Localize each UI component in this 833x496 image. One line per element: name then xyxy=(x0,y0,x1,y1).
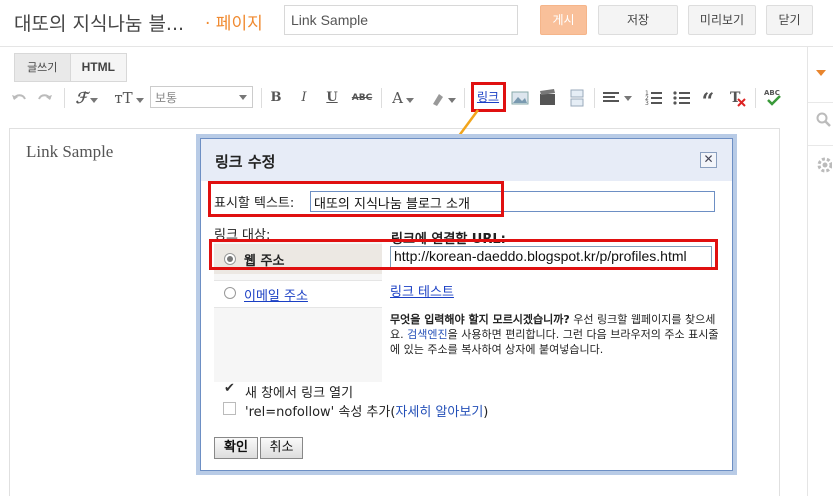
new-window-label: 새 창에서 링크 열기 xyxy=(245,386,354,401)
strikethrough-button[interactable]: ABC xyxy=(350,88,374,108)
test-link[interactable]: 링크 테스트 xyxy=(390,281,454,300)
email-address-label[interactable]: 이메일 주소 xyxy=(244,285,308,304)
video-icon[interactable] xyxy=(539,89,557,106)
undo-icon[interactable] xyxy=(10,90,28,106)
bullet-list-icon[interactable] xyxy=(673,89,691,106)
font-size-select[interactable]: 보통 xyxy=(150,86,253,108)
text-color-button[interactable]: A xyxy=(388,88,418,108)
preview-button[interactable]: 미리보기 xyxy=(688,5,756,35)
spellcheck-label: ABC xyxy=(764,89,780,97)
expand-arrow-icon[interactable] xyxy=(816,70,826,76)
editor-mode-tabs: 글쓰기 HTML xyxy=(14,53,127,82)
help-question: 무엇을 입력해야 할지 모르시겠습니까? xyxy=(390,313,570,326)
numbered-list-icon[interactable]: 123 xyxy=(645,89,663,106)
search-icon[interactable] xyxy=(816,112,832,128)
learn-more-link[interactable]: 자세히 알아보기 xyxy=(395,405,483,420)
close-button[interactable]: 닫기 xyxy=(766,5,813,35)
new-window-checkbox[interactable]: ✔ xyxy=(223,382,236,395)
nofollow-label-prefix: 'rel=nofollow' 속성 추가( xyxy=(245,405,396,420)
toolbar-divider xyxy=(464,88,465,108)
toolbar-divider xyxy=(261,88,262,108)
blog-title[interactable]: 대또의 지식나눔 블... xyxy=(14,9,184,36)
cancel-button[interactable]: 취소 xyxy=(260,437,303,459)
redo-icon[interactable] xyxy=(36,90,54,106)
panel-divider xyxy=(808,102,833,103)
nofollow-checkbox[interactable] xyxy=(223,402,236,415)
tab-html[interactable]: HTML xyxy=(71,54,127,81)
bold-button[interactable]: B xyxy=(268,88,284,108)
search-engine-link[interactable]: 검색엔진 xyxy=(407,328,447,341)
nofollow-label: 'rel=nofollow' 속성 추가(자세히 알아보기) xyxy=(245,401,488,420)
dialog-header xyxy=(201,139,732,181)
underline-button[interactable]: U xyxy=(324,88,340,108)
clear-format-icon[interactable]: T xyxy=(729,89,747,107)
highlight-button[interactable] xyxy=(428,88,458,108)
publish-button[interactable]: 게시 xyxy=(540,5,587,35)
gear-icon[interactable] xyxy=(816,156,832,174)
text-size-icon[interactable]: ᴛT xyxy=(112,88,146,108)
header-divider xyxy=(0,46,833,47)
save-button[interactable]: 저장 xyxy=(598,5,678,35)
spellcheck-icon[interactable]: ABC xyxy=(764,88,784,106)
italic-button[interactable]: I xyxy=(296,88,312,108)
quote-icon[interactable]: “ xyxy=(700,88,716,115)
toolbar-divider xyxy=(594,88,595,108)
editor-content: Link Sample xyxy=(26,142,114,161)
url-highlight xyxy=(209,239,718,270)
font-family-icon[interactable]: ℱ xyxy=(72,88,102,108)
post-title-input[interactable] xyxy=(284,5,518,35)
marker-icon xyxy=(433,93,443,106)
chevron-down-icon xyxy=(239,95,247,100)
display-text-highlight xyxy=(208,181,504,217)
image-icon[interactable] xyxy=(511,90,529,106)
ok-button[interactable]: 확인 xyxy=(214,437,258,459)
tab-compose[interactable]: 글쓰기 xyxy=(15,54,71,81)
align-icon[interactable] xyxy=(603,91,633,105)
dialog-title: 링크 수정 xyxy=(215,153,276,171)
toolbar-divider xyxy=(755,88,756,108)
nofollow-label-suffix: ) xyxy=(483,405,489,420)
dialog-close-button[interactable]: ✕ xyxy=(700,152,717,168)
page-type-label: · 페이지 xyxy=(205,14,263,34)
toolbar-divider xyxy=(381,88,382,108)
text-color-label: A xyxy=(392,89,403,107)
font-size-value: 보통 xyxy=(155,91,178,105)
jump-break-icon[interactable] xyxy=(569,89,585,107)
panel-divider xyxy=(808,145,833,146)
toolbar-divider xyxy=(64,88,65,108)
svg-text:3: 3 xyxy=(645,100,649,106)
help-text: 무엇을 입력해야 할지 모르시겠습니까? 우선 링크할 웹페이지를 찾으세요. … xyxy=(390,312,720,357)
email-address-radio[interactable] xyxy=(224,287,236,299)
